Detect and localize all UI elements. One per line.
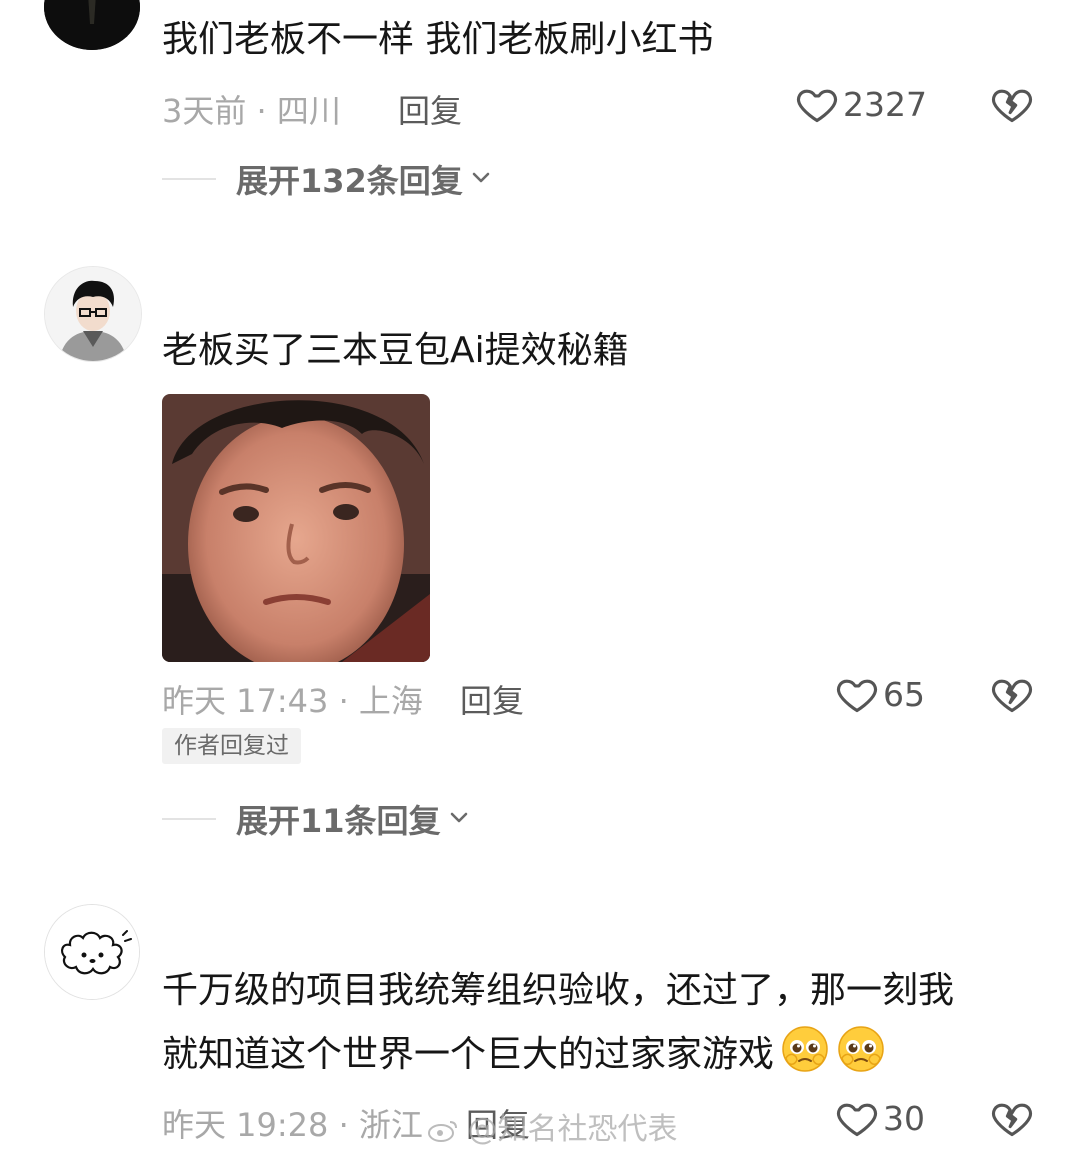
like-button[interactable]: 65: [835, 672, 925, 716]
like-count: 2327: [843, 84, 927, 124]
weibo-logo-icon: [428, 1112, 468, 1147]
expand-replies-button[interactable]: 展开11条回复: [162, 796, 471, 842]
heart-outline-icon: [795, 82, 839, 126]
watermark-text: @知名社恐代表: [467, 1112, 678, 1147]
comment-text-line-content: 就知道这个世界一个巨大的过家家游戏: [162, 1034, 775, 1075]
dislike-button[interactable]: [990, 1096, 1034, 1144]
comment-text-line: 就知道这个世界一个巨大的过家家游戏: [162, 1024, 886, 1086]
like-button[interactable]: 2327: [795, 82, 927, 126]
comment-meta: 昨天 19:28 · 浙江: [162, 1106, 423, 1144]
dislike-button[interactable]: [990, 82, 1034, 130]
like-button[interactable]: 30: [835, 1096, 925, 1140]
broken-heart-icon: [990, 89, 1034, 130]
pleading-face-emoji: [780, 1024, 830, 1074]
comment-text-line: 千万级的项目我统筹组织验收，还过了，那一刻我: [162, 970, 955, 1011]
broken-heart-icon: [990, 1103, 1034, 1144]
author-replied-badge: 作者回复过: [162, 728, 301, 764]
expand-replies-button[interactable]: 展开132条回复: [162, 156, 493, 202]
pleading-face-emoji: [836, 1024, 886, 1074]
divider: [162, 178, 216, 180]
avatar[interactable]: [44, 904, 140, 1000]
chevron-down-icon: [463, 165, 493, 193]
comment-meta: 昨天 17:43 · 上海: [162, 682, 423, 720]
expand-replies-label: 展开11条回复: [236, 802, 441, 840]
avatar[interactable]: [44, 266, 142, 362]
avatar[interactable]: [44, 0, 140, 50]
chevron-down-icon: [441, 805, 471, 833]
like-count: 65: [883, 674, 925, 714]
comment-text: 我们老板不一样 我们老板刷小红书: [162, 19, 714, 60]
dislike-button[interactable]: [990, 672, 1034, 720]
broken-heart-icon: [990, 679, 1034, 720]
comment-meta: 3天前 · 四川: [162, 92, 341, 130]
expand-replies-label: 展开132条回复: [236, 162, 463, 200]
like-count: 30: [883, 1098, 925, 1138]
reply-button[interactable]: 回复: [460, 676, 524, 722]
comment-text: 老板买了三本豆包Ai提效秘籍: [162, 330, 629, 371]
heart-outline-icon: [835, 672, 879, 716]
comment-image[interactable]: [162, 394, 430, 662]
heart-outline-icon: [835, 1096, 879, 1140]
reply-button[interactable]: 回复: [398, 86, 462, 132]
divider: [162, 818, 216, 820]
watermark: @知名社恐代表: [428, 1104, 678, 1148]
